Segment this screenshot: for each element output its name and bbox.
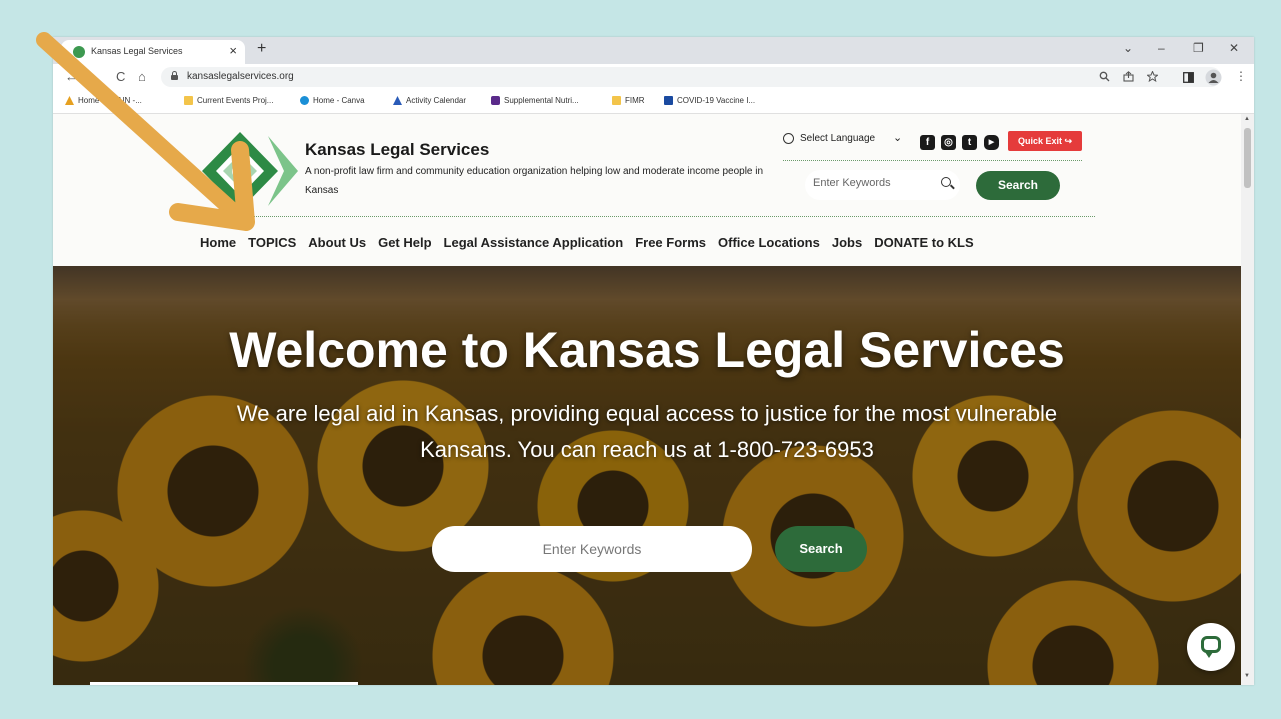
page-scrollbar[interactable]: ▲ ▼ [1241, 114, 1254, 685]
zoom-icon[interactable] [1099, 71, 1110, 82]
divider [251, 216, 1095, 217]
youtube-icon[interactable]: ▶ [984, 135, 999, 150]
hero-subtitle: We are legal aid in Kansas, providing eq… [236, 401, 1058, 462]
chevron-down-icon[interactable]: ⌄ [893, 131, 902, 144]
address-bar[interactable]: kansaslegalservices.org [161, 67, 1221, 87]
hero-banner: Welcome to Kansas Legal Services We are … [53, 266, 1241, 685]
close-window-button[interactable]: ✕ [1229, 41, 1239, 55]
new-tab-button[interactable]: + [257, 40, 266, 58]
quick-exit-button[interactable]: Quick Exit ↪ [1008, 131, 1082, 151]
globe-icon [783, 133, 794, 144]
facebook-icon[interactable]: f [920, 135, 935, 150]
bookmark-covid-vaccine[interactable]: COVID-19 Vaccine I... [664, 96, 755, 105]
instagram-icon[interactable]: ◎ [941, 135, 956, 150]
tab-search-icon[interactable]: ⌄ [1123, 41, 1133, 55]
menu-kebab-icon[interactable]: ⋮ [1235, 69, 1247, 83]
nav-topics[interactable]: TOPICS [248, 235, 296, 250]
bookmark-icon [664, 96, 673, 105]
bookmarks-bar: Home - TRAIN -... Current Events Proj...… [53, 91, 1254, 114]
site-tagline: A non-profit law firm and community educ… [305, 166, 764, 196]
profile-icon[interactable] [1205, 69, 1222, 86]
language-selector[interactable]: Select Language [783, 133, 875, 144]
bookmark-canva[interactable]: Home - Canva [300, 96, 365, 105]
minimize-button[interactable]: – [1158, 41, 1165, 55]
nav-home[interactable]: Home [200, 235, 236, 250]
lock-icon [171, 71, 178, 80]
nav-about-us[interactable]: About Us [308, 235, 366, 250]
main-navigation: Home TOPICS About Us Get Help Legal Assistan… [200, 235, 986, 250]
site-favicon-icon [73, 46, 85, 58]
tab-title: Kansas Legal Services [91, 46, 183, 56]
url-text: kansaslegalservices.org [187, 71, 294, 82]
nav-jobs[interactable]: Jobs [832, 235, 862, 250]
header-search-button[interactable]: Search [976, 171, 1060, 200]
home-icon[interactable]: ⌂ [138, 69, 146, 84]
site-title[interactable]: Kansas Legal Services [305, 140, 489, 160]
nav-free-forms[interactable]: Free Forms [635, 235, 706, 250]
folder-icon [184, 96, 193, 105]
hero-search-input[interactable]: Enter Keywords [432, 526, 752, 572]
header-search-placeholder: Enter Keywords [813, 177, 891, 189]
search-icon[interactable] [941, 177, 951, 187]
nav-legal-assistance-application[interactable]: Legal Assistance Application [444, 235, 624, 250]
chat-bubble-icon [1201, 636, 1221, 653]
bookmark-fimr[interactable]: FIMR [612, 96, 645, 105]
side-panel-icon[interactable] [1183, 72, 1194, 83]
bookmark-current-events[interactable]: Current Events Proj... [184, 96, 273, 105]
folder-icon [612, 96, 621, 105]
scroll-up-icon[interactable]: ▲ [1244, 116, 1250, 122]
kls-logo-icon[interactable] [198, 132, 298, 210]
browser-toolbar: ← C ⌂ kansaslegalservices.org ⋮ [53, 64, 1254, 91]
tab-strip: Kansas Legal Services × + ⌄ – ❐ ✕ [53, 37, 1254, 64]
hero-bottom-edge [90, 682, 358, 685]
calendar-icon [393, 96, 402, 105]
back-arrow-icon[interactable]: ← [65, 69, 78, 84]
star-icon[interactable] [1147, 71, 1158, 82]
restore-button[interactable]: ❐ [1193, 41, 1204, 55]
browser-window: Kansas Legal Services × + ⌄ – ❐ ✕ ← C ⌂ … [53, 37, 1254, 685]
nav-get-help[interactable]: Get Help [378, 235, 431, 250]
nav-donate[interactable]: DONATE to KLS [874, 235, 973, 250]
tab-close-icon[interactable]: × [229, 43, 237, 58]
bookmark-activity-calendar[interactable]: Activity Calendar [393, 96, 466, 105]
train-icon [65, 96, 74, 105]
hero-search-button[interactable]: Search [775, 526, 867, 572]
hero-title: Welcome to Kansas Legal Services [229, 322, 1065, 378]
reload-icon[interactable]: C [116, 69, 125, 84]
chat-button[interactable] [1187, 623, 1235, 671]
scroll-down-icon[interactable]: ▼ [1244, 673, 1250, 679]
header-search-input[interactable]: Enter Keywords [805, 170, 960, 200]
canva-icon [300, 96, 309, 105]
web-page: Kansas Legal Services A non-profit law f… [53, 114, 1241, 685]
bookmark-train[interactable]: Home - TRAIN -... [65, 96, 142, 105]
bookmark-supplemental-nutrition[interactable]: Supplemental Nutri... [491, 96, 579, 105]
share-icon[interactable] [1123, 71, 1134, 82]
divider [783, 160, 1082, 161]
tab-kansas-legal-services[interactable]: Kansas Legal Services × [61, 40, 245, 64]
scrollbar-thumb[interactable] [1244, 128, 1251, 188]
bookmark-icon [491, 96, 500, 105]
twitter-icon[interactable]: t [962, 135, 977, 150]
nav-office-locations[interactable]: Office Locations [718, 235, 820, 250]
